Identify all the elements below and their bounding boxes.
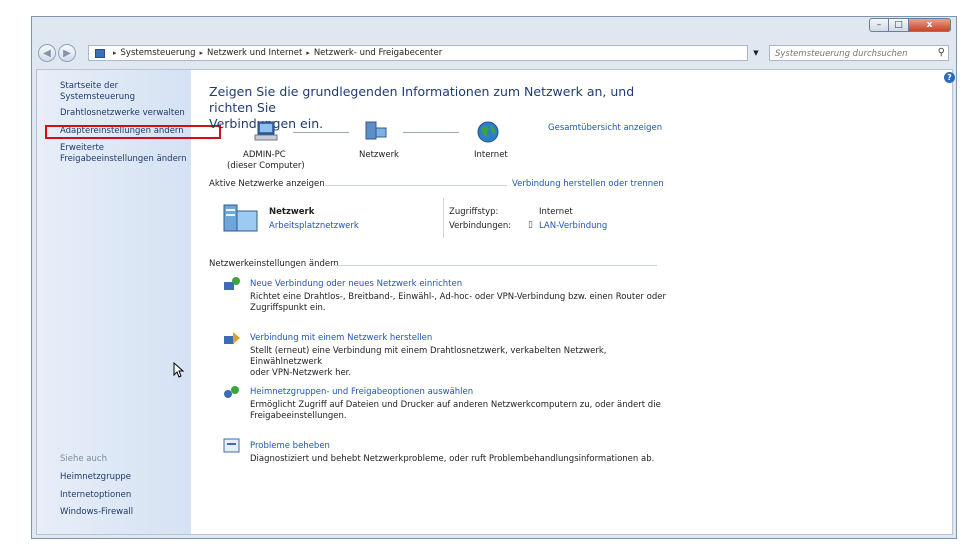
connect-network-icon [224, 332, 240, 344]
network-type-link[interactable]: Arbeitsplatznetzwerk [269, 221, 359, 231]
task-description: Diagnostiziert und behebt Netzwerkproble… [250, 454, 655, 464]
internet-label: Internet [474, 150, 508, 160]
control-panel-icon [95, 48, 105, 58]
computer-icon [254, 121, 278, 141]
pc-name: ADMIN-PC [243, 150, 286, 160]
pc-sub: (dieser Computer) [227, 161, 305, 171]
sidebar-item-sharing[interactable]: Freigabeeinstellungen ändern [60, 154, 187, 165]
see-also-homegroup[interactable]: Heimnetzgruppe [60, 472, 131, 483]
mouse-cursor-icon [173, 362, 185, 378]
back-button[interactable]: ◀ [38, 44, 56, 62]
address-dropdown-icon[interactable]: ▼ [750, 45, 762, 61]
homegroup-icon [224, 386, 239, 398]
overview-link[interactable]: Gesamtübersicht anzeigen [548, 123, 662, 133]
crumb-network-center[interactable]: Netzwerk- und Freigabecenter [314, 48, 442, 58]
crumb-control-panel[interactable]: Systemsteuerung [121, 48, 196, 58]
search-input[interactable] [770, 46, 932, 62]
ethernet-plug-icon: ▯ [528, 220, 533, 230]
connect-link[interactable]: Verbindung herstellen oder trennen [512, 179, 664, 189]
task-troubleshoot[interactable]: Probleme beheben [250, 441, 330, 451]
network-bench-icon [223, 204, 258, 232]
maximize-button[interactable]: □ [889, 18, 909, 32]
active-network-name: Netzwerk [269, 207, 315, 217]
active-networks-heading: Aktive Netzwerke anzeigen [209, 179, 325, 189]
crumb-network-internet[interactable]: Netzwerk und Internet [207, 48, 302, 58]
column-divider [443, 198, 444, 238]
sidebar-item-advanced[interactable]: Erweiterte [60, 143, 104, 154]
section-divider [333, 265, 657, 266]
settings-heading: Netzwerkeinstellungen ändern [209, 259, 339, 269]
window-controls: – □ x [869, 18, 951, 32]
network-label: Netzwerk [359, 150, 399, 160]
see-also-internet-options[interactable]: Internetoptionen [60, 490, 131, 501]
section-divider [325, 185, 507, 186]
task-connect-network[interactable]: Verbindung mit einem Netzwerk herstellen [250, 333, 432, 343]
search-box[interactable]: ⚲ [769, 45, 949, 62]
internet-globe-icon [477, 121, 499, 143]
task-description: Ermöglicht Zugriff auf Dateien und Druck… [250, 400, 661, 421]
new-connection-icon [224, 277, 240, 290]
see-also-firewall[interactable]: Windows-Firewall [60, 507, 133, 518]
main-panel: ? Zeigen Sie die grundlegenden Informati… [209, 70, 955, 534]
task-description: Richtet eine Drahtlos-, Breitband-, Einw… [250, 292, 666, 313]
connections-label: Verbindungen: [449, 221, 512, 231]
sidebar: Startseite der Systemsteuerung Drahtlosn… [37, 70, 191, 534]
map-link-line [293, 132, 349, 133]
close-button[interactable]: x [909, 18, 951, 32]
task-new-connection[interactable]: Neue Verbindung oder neues Netzwerk einr… [250, 279, 462, 289]
see-also-heading: Siehe auch [60, 454, 107, 464]
highlight-box [45, 125, 221, 139]
sidebar-item-home[interactable]: Startseite der Systemsteuerung [60, 81, 191, 103]
window: – □ x ◀ ▶ ▸ Systemsteuerung ▸ Netzwerk u… [31, 16, 957, 539]
network-icon [365, 121, 387, 140]
map-link-line [403, 132, 459, 133]
troubleshoot-icon [223, 438, 240, 453]
minimize-button[interactable]: – [869, 18, 889, 32]
address-bar-row: ◀ ▶ ▸ Systemsteuerung ▸ Netzwerk und Int… [38, 44, 950, 64]
content-area: Startseite der Systemsteuerung Drahtlosn… [36, 69, 955, 535]
breadcrumb[interactable]: ▸ Systemsteuerung ▸ Netzwerk und Interne… [88, 45, 748, 61]
search-icon[interactable]: ⚲ [938, 47, 945, 58]
forward-button[interactable]: ▶ [58, 44, 76, 62]
task-description: Stellt (erneut) eine Verbindung mit eine… [250, 346, 607, 378]
help-icon[interactable]: ? [944, 72, 955, 83]
access-label: Zugriffstyp: [449, 207, 499, 217]
task-homegroup[interactable]: Heimnetzgruppen- und Freigabeoptionen au… [250, 387, 473, 397]
lan-connection-link[interactable]: LAN-Verbindung [539, 221, 607, 231]
access-value: Internet [539, 207, 573, 217]
sidebar-item-wireless[interactable]: Drahtlosnetzwerke verwalten [60, 108, 185, 119]
